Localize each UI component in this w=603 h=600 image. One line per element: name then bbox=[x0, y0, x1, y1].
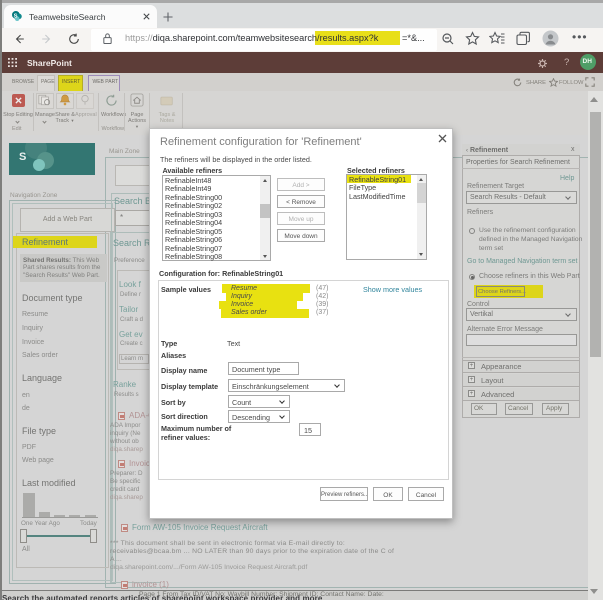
svg-text:S: S bbox=[14, 13, 18, 19]
